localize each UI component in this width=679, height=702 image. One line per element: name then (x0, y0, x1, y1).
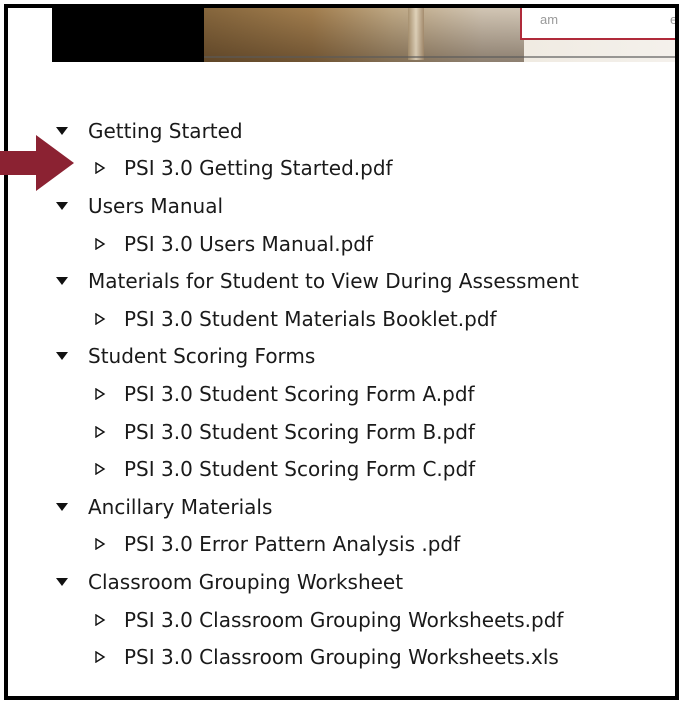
banner-divider (204, 56, 675, 58)
folder-label[interactable]: Ancillary Materials (88, 495, 272, 519)
tree-group-ancillary-materials: Ancillary Materials PSI 3.0 Error Pattern… (56, 488, 579, 563)
file-row[interactable]: PSI 3.0 Student Materials Booklet.pdf (56, 300, 579, 338)
triangle-right-outline-icon[interactable] (94, 387, 106, 400)
banner-card: am ed (520, 8, 678, 40)
triangle-down-icon[interactable] (56, 576, 68, 588)
triangle-down-icon[interactable] (56, 200, 68, 212)
triangle-down-icon[interactable] (56, 275, 68, 287)
file-row[interactable]: PSI 3.0 Classroom Grouping Worksheets.xl… (56, 638, 579, 676)
folder-row[interactable]: Student Scoring Forms (56, 338, 579, 376)
folder-label[interactable]: Classroom Grouping Worksheet (88, 570, 403, 594)
header-banner-image: am ed (52, 8, 678, 62)
file-link[interactable]: PSI 3.0 Error Pattern Analysis .pdf (124, 532, 460, 556)
triangle-right-outline-icon[interactable] (94, 651, 106, 664)
screenshot-frame: am ed Getting Started PSI 3.0 Getting Sta… (4, 4, 679, 700)
tree-group-classroom-grouping-worksheet: Classroom Grouping Worksheet PSI 3.0 Clas… (56, 563, 579, 676)
file-tree: Getting Started PSI 3.0 Getting Started.p… (56, 112, 579, 676)
folder-label[interactable]: Materials for Student to View During Ass… (88, 269, 579, 293)
file-link[interactable]: PSI 3.0 Getting Started.pdf (124, 156, 393, 180)
folder-label[interactable]: Getting Started (88, 119, 243, 143)
tree-group-materials-for-student-to-view-during-assessment: Materials for Student to View During Ass… (56, 262, 579, 337)
file-row[interactable]: PSI 3.0 Student Scoring Form B.pdf (56, 413, 579, 451)
banner-card-text-right: ed (670, 12, 678, 27)
triangle-right-outline-icon[interactable] (94, 312, 106, 325)
tree-group-student-scoring-forms: Student Scoring Forms PSI 3.0 Student Sco… (56, 338, 579, 488)
triangle-down-icon[interactable] (56, 350, 68, 362)
folder-label[interactable]: Student Scoring Forms (88, 344, 315, 368)
banner-bottle-graphic (408, 8, 424, 60)
file-link[interactable]: PSI 3.0 Student Scoring Form A.pdf (124, 382, 475, 406)
tree-group-getting-started: Getting Started PSI 3.0 Getting Started.p… (56, 112, 579, 187)
triangle-right-outline-icon[interactable] (94, 162, 106, 175)
file-row[interactable]: PSI 3.0 Classroom Grouping Worksheets.pd… (56, 601, 579, 639)
file-link[interactable]: PSI 3.0 Student Scoring Form C.pdf (124, 457, 475, 481)
folder-row[interactable]: Classroom Grouping Worksheet (56, 563, 579, 601)
folder-row[interactable]: Materials for Student to View During Ass… (56, 262, 579, 300)
file-link[interactable]: PSI 3.0 Users Manual.pdf (124, 232, 373, 256)
folder-row[interactable]: Ancillary Materials (56, 488, 579, 526)
folder-label[interactable]: Users Manual (88, 194, 223, 218)
file-link[interactable]: PSI 3.0 Classroom Grouping Worksheets.xl… (124, 645, 559, 669)
file-row[interactable]: PSI 3.0 Error Pattern Analysis .pdf (56, 526, 579, 564)
arrow-right-icon (0, 135, 74, 191)
file-row[interactable]: PSI 3.0 Getting Started.pdf (56, 150, 579, 188)
folder-row[interactable]: Users Manual (56, 187, 579, 225)
folder-row[interactable]: Getting Started (56, 112, 579, 150)
file-row[interactable]: PSI 3.0 Student Scoring Form A.pdf (56, 375, 579, 413)
file-link[interactable]: PSI 3.0 Classroom Grouping Worksheets.pd… (124, 608, 563, 632)
triangle-down-icon[interactable] (56, 501, 68, 513)
tree-group-users-manual: Users Manual PSI 3.0 Users Manual.pdf (56, 187, 579, 262)
triangle-right-outline-icon[interactable] (94, 538, 106, 551)
file-row[interactable]: PSI 3.0 Student Scoring Form C.pdf (56, 450, 579, 488)
file-link[interactable]: PSI 3.0 Student Scoring Form B.pdf (124, 420, 475, 444)
triangle-right-outline-icon[interactable] (94, 463, 106, 476)
triangle-right-outline-icon[interactable] (94, 613, 106, 626)
triangle-right-outline-icon[interactable] (94, 425, 106, 438)
triangle-right-outline-icon[interactable] (94, 237, 106, 250)
file-link[interactable]: PSI 3.0 Student Materials Booklet.pdf (124, 307, 497, 331)
banner-card-text-left: am (540, 12, 559, 27)
banner-photo (204, 8, 524, 62)
file-row[interactable]: PSI 3.0 Users Manual.pdf (56, 225, 579, 263)
